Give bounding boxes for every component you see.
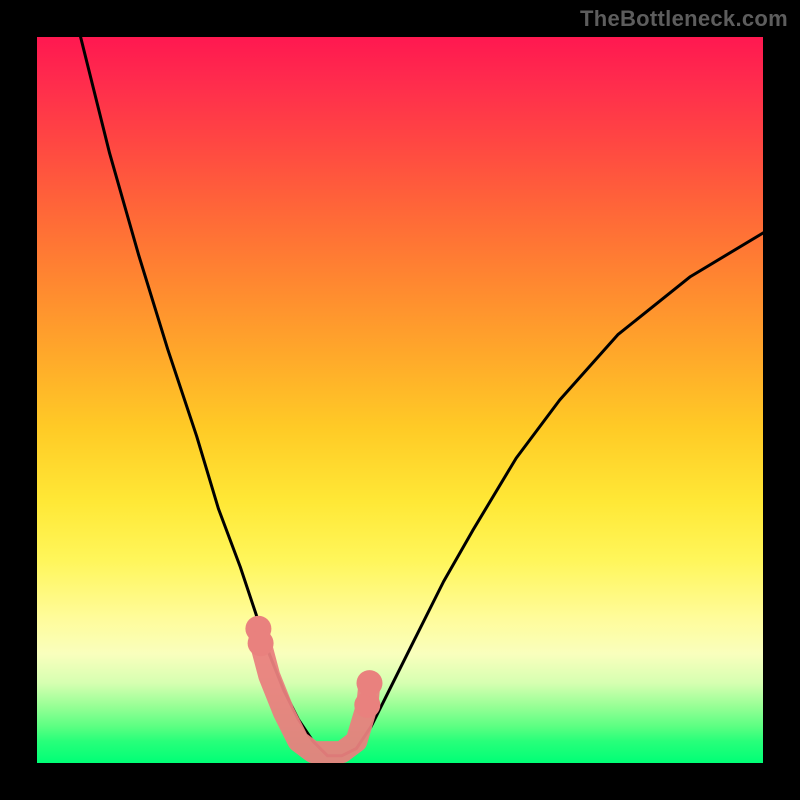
selected-band-markers [245, 616, 382, 752]
chart-svg [37, 37, 763, 763]
chart-frame: TheBottleneck.com [0, 0, 800, 800]
selected-band-marker [357, 670, 383, 696]
bottleneck-curve-path [81, 37, 763, 756]
watermark-text: TheBottleneck.com [580, 6, 788, 32]
bottleneck-curve [81, 37, 763, 756]
selected-band-marker [248, 630, 274, 656]
selected-band-path [258, 629, 369, 752]
plot-area [37, 37, 763, 763]
